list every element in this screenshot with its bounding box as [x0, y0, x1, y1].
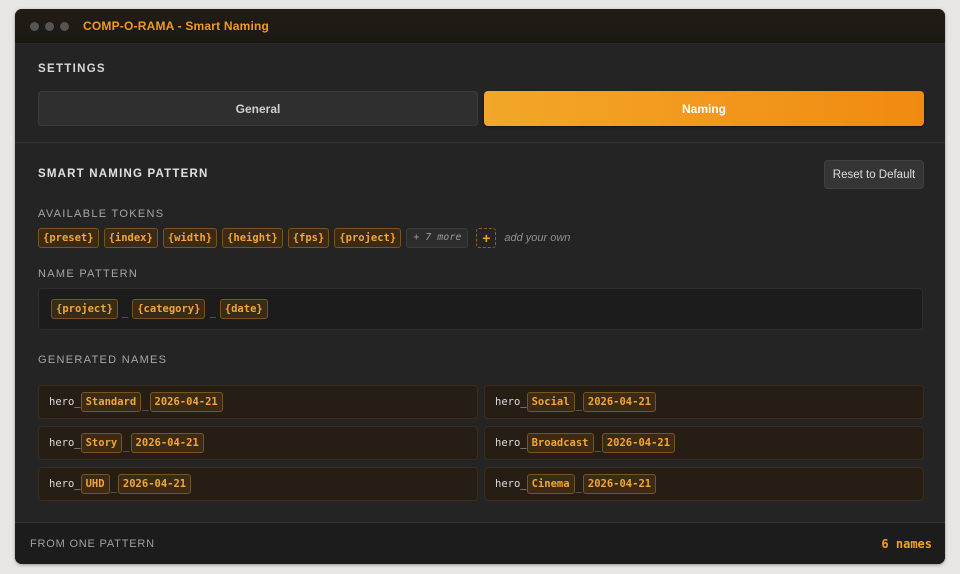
pattern-separator: _ — [209, 306, 216, 318]
more-tokens-button[interactable]: + 7 more — [406, 228, 469, 248]
generated-name-card: hero_ Standard _ 2026-04-21 — [38, 385, 478, 419]
pattern-token[interactable]: {category} — [132, 299, 206, 319]
name-category-chip: UHD — [80, 474, 110, 494]
name-date-chip: 2026-04-21 — [130, 433, 204, 453]
name-category-chip: Standard — [80, 392, 142, 412]
name-pattern-label: NAME PATTERN — [38, 268, 139, 280]
name-prefix: hero_ — [49, 478, 81, 490]
smart-naming-title: SMART NAMING PATTERN — [38, 168, 209, 180]
add-your-own-label: add your own — [504, 232, 571, 244]
name-date-chip: 2026-04-21 — [601, 433, 676, 453]
app-window: COMP-O-RAMA - Smart Naming SETTINGS Gene… — [15, 9, 945, 564]
settings-label: SETTINGS — [38, 63, 106, 75]
name-date-chip: 2026-04-21 — [149, 392, 223, 412]
naming-panel: SMART NAMING PATTERN Reset to Default AV… — [15, 143, 945, 523]
minimize-window-dot[interactable] — [45, 21, 54, 31]
token-chip[interactable]: {height} — [222, 228, 283, 248]
tab-general[interactable]: General — [38, 91, 478, 126]
maximize-window-dot[interactable] — [60, 21, 69, 31]
settings-tabs: General Naming — [38, 91, 924, 126]
available-tokens-list: {preset} {index} {width} {height} {fps} … — [38, 228, 570, 248]
name-date-chip: 2026-04-21 — [582, 474, 657, 494]
generated-names-label: GENERATED NAMES — [38, 354, 168, 366]
window-title: COMP-O-RAMA - Smart Naming — [83, 19, 270, 33]
name-category-chip: Story — [80, 433, 123, 453]
close-window-dot[interactable] — [30, 21, 39, 31]
generated-name-card: hero_ Broadcast _ 2026-04-21 — [484, 426, 924, 460]
name-prefix: hero_ — [495, 478, 527, 490]
name-separator: _ — [110, 481, 117, 493]
generated-name-card: hero_ Story _ 2026-04-21 — [38, 426, 478, 460]
name-separator: _ — [575, 399, 582, 411]
name-prefix: hero_ — [49, 396, 81, 408]
token-chip[interactable]: {width} — [162, 228, 218, 248]
status-footer: FROM ONE PATTERN 6 names — [15, 522, 945, 564]
name-separator: _ — [594, 440, 601, 452]
token-chip[interactable]: {project} — [334, 228, 402, 248]
title-bar: COMP-O-RAMA - Smart Naming — [15, 9, 945, 44]
reset-to-default-button[interactable]: Reset to Default — [824, 160, 924, 189]
name-separator: _ — [123, 440, 130, 452]
name-category-chip: Social — [526, 392, 575, 412]
available-tokens-label: AVAILABLE TOKENS — [38, 208, 165, 220]
token-chip[interactable]: {preset} — [38, 228, 99, 248]
token-chip[interactable]: {index} — [103, 228, 158, 248]
pattern-token[interactable]: {project} — [51, 299, 118, 319]
names-count: 6 names — [881, 537, 932, 551]
window-controls — [30, 21, 69, 31]
name-pattern-input[interactable]: {project} _ {category} _ {date} — [38, 288, 923, 330]
tab-naming[interactable]: Naming — [484, 91, 924, 126]
pattern-separator: _ — [121, 306, 129, 318]
name-prefix: hero_ — [495, 437, 527, 449]
generated-name-card: hero_ Social _ 2026-04-21 — [484, 385, 924, 419]
settings-section: SETTINGS General Naming — [15, 44, 945, 143]
pattern-token[interactable]: {date} — [219, 299, 268, 319]
name-date-chip: 2026-04-21 — [582, 392, 657, 412]
generated-name-card: hero_ UHD _ 2026-04-21 — [38, 467, 478, 501]
name-separator: _ — [142, 399, 149, 411]
token-chip[interactable]: {fps} — [287, 228, 330, 248]
name-prefix: hero_ — [49, 437, 81, 449]
name-separator: _ — [575, 481, 582, 493]
name-prefix: hero_ — [495, 396, 527, 408]
name-category-chip: Cinema — [526, 474, 575, 494]
add-token-plus-icon[interactable]: + — [476, 228, 497, 248]
name-date-chip: 2026-04-21 — [117, 474, 192, 494]
footer-label: FROM ONE PATTERN — [30, 538, 155, 550]
generated-name-card: hero_ Cinema _ 2026-04-21 — [484, 467, 924, 501]
name-category-chip: Broadcast — [526, 433, 594, 453]
generated-names-grid: hero_ Standard _ 2026-04-21 hero_ Social… — [38, 385, 924, 501]
